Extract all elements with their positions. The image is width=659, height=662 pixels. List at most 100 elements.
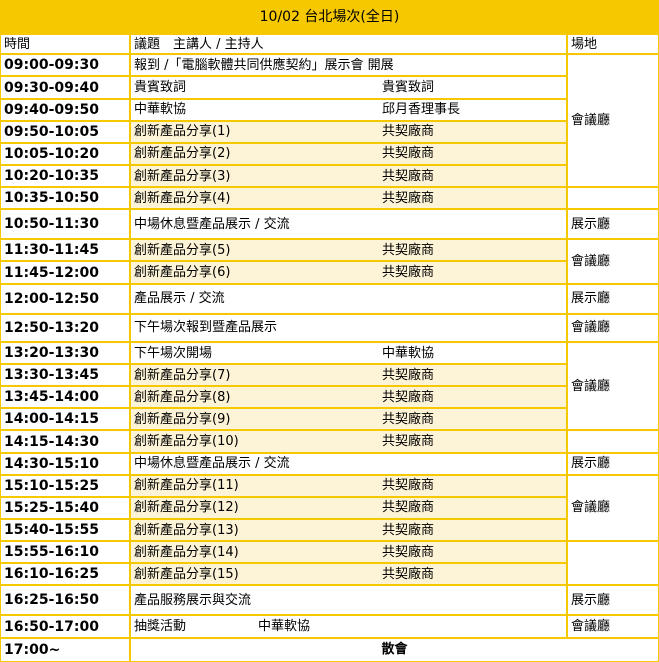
topic-cell: 創新產品分享(10) 共契廠商 [130, 430, 567, 453]
time-cell: 10:05-10:20 [0, 142, 130, 165]
venue-cell: 展示廳 [567, 283, 659, 314]
speaker-text: 共契廠商 [382, 500, 435, 516]
closing-cell: 散會 [130, 637, 659, 662]
topic-cell: 創新產品分享(13) 共契廠商 [130, 518, 567, 542]
time-cell: 10:20-10:35 [0, 164, 130, 188]
topic-cell: 創新產品分享(4) 共契廠商 [130, 187, 567, 210]
header-time: 時間 [0, 34, 130, 55]
topic-text: 創新產品分享(15) [134, 566, 239, 582]
time-cell: 15:10-15:25 [0, 474, 130, 497]
topic-cell: 中華軟協 邱月香理事長 [130, 98, 567, 121]
topic-cell: 產品服務展示與交流 [130, 585, 567, 616]
speaker-text: 中華軟協 [258, 619, 311, 635]
time-cell: 13:30-13:45 [0, 364, 130, 387]
header-row: 時間 議題 主講人 / 主持人 場地 [0, 34, 659, 55]
table-row: 09:30-09:40 貴賓致詞 貴賓致詞 [0, 76, 659, 99]
speaker-text: 共契廠商 [382, 265, 435, 281]
title-row: 10/02 台北場次(全日) [0, 0, 659, 35]
table-row: 09:00-09:30 報到 /「電腦軟體共同供應契約」展示會 開展 會議廳 [0, 54, 659, 188]
topic-cell: 抽獎活動 中華軟協 [130, 615, 567, 638]
topic-cell: 創新產品分享(15) 共契廠商 [130, 563, 567, 586]
topic-text: 下午場次開場 [134, 345, 213, 361]
topic-cell: 中場休息暨產品展示 / 交流 [130, 209, 567, 240]
topic-cell: 創新產品分享(14) 共契廠商 [130, 541, 567, 564]
speaker-text: 邱月香理事長 [382, 102, 461, 118]
topic-text: 中華軟協 [134, 102, 187, 118]
topic-cell: 下午場次開場 中華軟協 [130, 341, 567, 365]
topic-text: 創新產品分享(11) [134, 478, 239, 494]
schedule-table: 10/02 台北場次(全日) 時間 議題 主講人 / 主持人 場地 09:00-… [0, 0, 659, 662]
topic-cell: 創新產品分享(8) 共契廠商 [130, 386, 567, 409]
venue-cell: 會議廳 [567, 239, 659, 284]
time-cell: 14:00-14:15 [0, 408, 130, 431]
table-row: 12:50-13:20 下午場次報到暨產品展示 會議廳 [0, 313, 659, 342]
table-row: 10:35-10:50 創新產品分享(4) 共契廠商 [0, 187, 659, 210]
topic-cell: 下午場次報到暨產品展示 [130, 313, 567, 342]
speaker-text: 共契廠商 [382, 544, 435, 560]
speaker-text: 共契廠商 [382, 478, 435, 494]
time-cell: 17:00~ [0, 637, 130, 662]
time-cell: 12:50-13:20 [0, 313, 130, 342]
topic-text: 創新產品分享(2) [134, 146, 231, 162]
venue-cell: 展示廳 [567, 452, 659, 475]
topic-cell: 產品展示 / 交流 [130, 283, 567, 314]
table-row: 10:50-11:30 中場休息暨產品展示 / 交流 展示廳 [0, 209, 659, 240]
venue-cell-empty [567, 541, 659, 586]
topic-cell: 創新產品分享(12) 共契廠商 [130, 496, 567, 519]
header-venue: 場地 [567, 34, 659, 55]
topic-text: 創新產品分享(14) [134, 544, 239, 560]
time-cell: 10:35-10:50 [0, 187, 130, 210]
venue-cell-empty [567, 430, 659, 453]
speaker-text: 貴賓致詞 [382, 80, 435, 95]
topic-cell: 創新產品分享(11) 共契廠商 [130, 474, 567, 497]
topic-cell: 報到 /「電腦軟體共同供應契約」展示會 開展 [130, 54, 567, 77]
header-topic: 議題 主講人 / 主持人 [130, 34, 567, 55]
topic-text: 創新產品分享(3) [134, 168, 231, 184]
topic-cell: 創新產品分享(3) 共契廠商 [130, 164, 567, 188]
topic-text: 中場休息暨產品展示 / 交流 [134, 216, 290, 232]
topic-cell: 貴賓致詞 貴賓致詞 [130, 76, 567, 99]
topic-text: 抽獎活動 [134, 619, 187, 635]
topic-text: 產品服務展示與交流 [134, 592, 252, 608]
time-cell: 16:50-17:00 [0, 615, 130, 638]
table-row: 15:40-15:55 創新產品分享(13) 共契廠商 [0, 518, 659, 542]
time-cell: 11:45-12:00 [0, 261, 130, 284]
table-row: 09:50-10:05 創新產品分享(1) 共契廠商 [0, 120, 659, 143]
speaker-text: 共契廠商 [382, 411, 435, 427]
topic-cell: 中場休息暨產品展示 / 交流 [130, 452, 567, 475]
topic-text: 創新產品分享(10) [134, 434, 239, 449]
speaker-text: 共契廠商 [382, 566, 435, 582]
topic-text: 創新產品分享(6) [134, 265, 231, 281]
schedule-page: 10/02 台北場次(全日) 時間 議題 主講人 / 主持人 場地 09:00-… [0, 0, 659, 662]
time-cell: 13:45-14:00 [0, 386, 130, 409]
table-row: 15:55-16:10 創新產品分享(14) 共契廠商 [0, 541, 659, 586]
table-row: 16:25-16:50 產品服務展示與交流 展示廳 [0, 585, 659, 616]
table-row: 15:25-15:40 創新產品分享(12) 共契廠商 [0, 496, 659, 519]
table-row: 11:30-11:45 創新產品分享(5) 共契廠商 會議廳 [0, 239, 659, 284]
venue-cell: 會議廳 [567, 341, 659, 431]
time-cell: 15:40-15:55 [0, 518, 130, 542]
topic-text: 創新產品分享(13) [134, 522, 239, 538]
time-cell: 15:25-15:40 [0, 496, 130, 519]
topic-text: 中場休息暨產品展示 / 交流 [134, 456, 290, 472]
venue-cell: 展示廳 [567, 209, 659, 240]
topic-text: 產品展示 / 交流 [134, 291, 225, 307]
speaker-text: 共契廠商 [382, 367, 435, 383]
speaker-text: 共契廠商 [382, 168, 435, 184]
venue-cell: 會議廳 [567, 615, 659, 638]
topic-text: 報到 /「電腦軟體共同供應契約」展示會 開展 [134, 57, 394, 73]
time-cell: 12:00-12:50 [0, 283, 130, 314]
time-cell: 09:40-09:50 [0, 98, 130, 121]
table-row: 14:30-15:10 中場休息暨產品展示 / 交流 展示廳 [0, 452, 659, 475]
table-row: 13:20-13:30 下午場次開場 中華軟協 會議廳 [0, 341, 659, 431]
table-row: 10:20-10:35 創新產品分享(3) 共契廠商 [0, 164, 659, 188]
venue-cell: 會議廳 [567, 313, 659, 342]
table-row: 16:10-16:25 創新產品分享(15) 共契廠商 [0, 563, 659, 586]
time-cell: 10:50-11:30 [0, 209, 130, 240]
venue-cell-empty [567, 187, 659, 210]
topic-text: 創新產品分享(12) [134, 500, 239, 516]
topic-cell: 創新產品分享(2) 共契廠商 [130, 142, 567, 165]
time-cell: 09:00-09:30 [0, 54, 130, 77]
speaker-text: 共契廠商 [382, 389, 435, 405]
time-cell: 09:50-10:05 [0, 120, 130, 143]
